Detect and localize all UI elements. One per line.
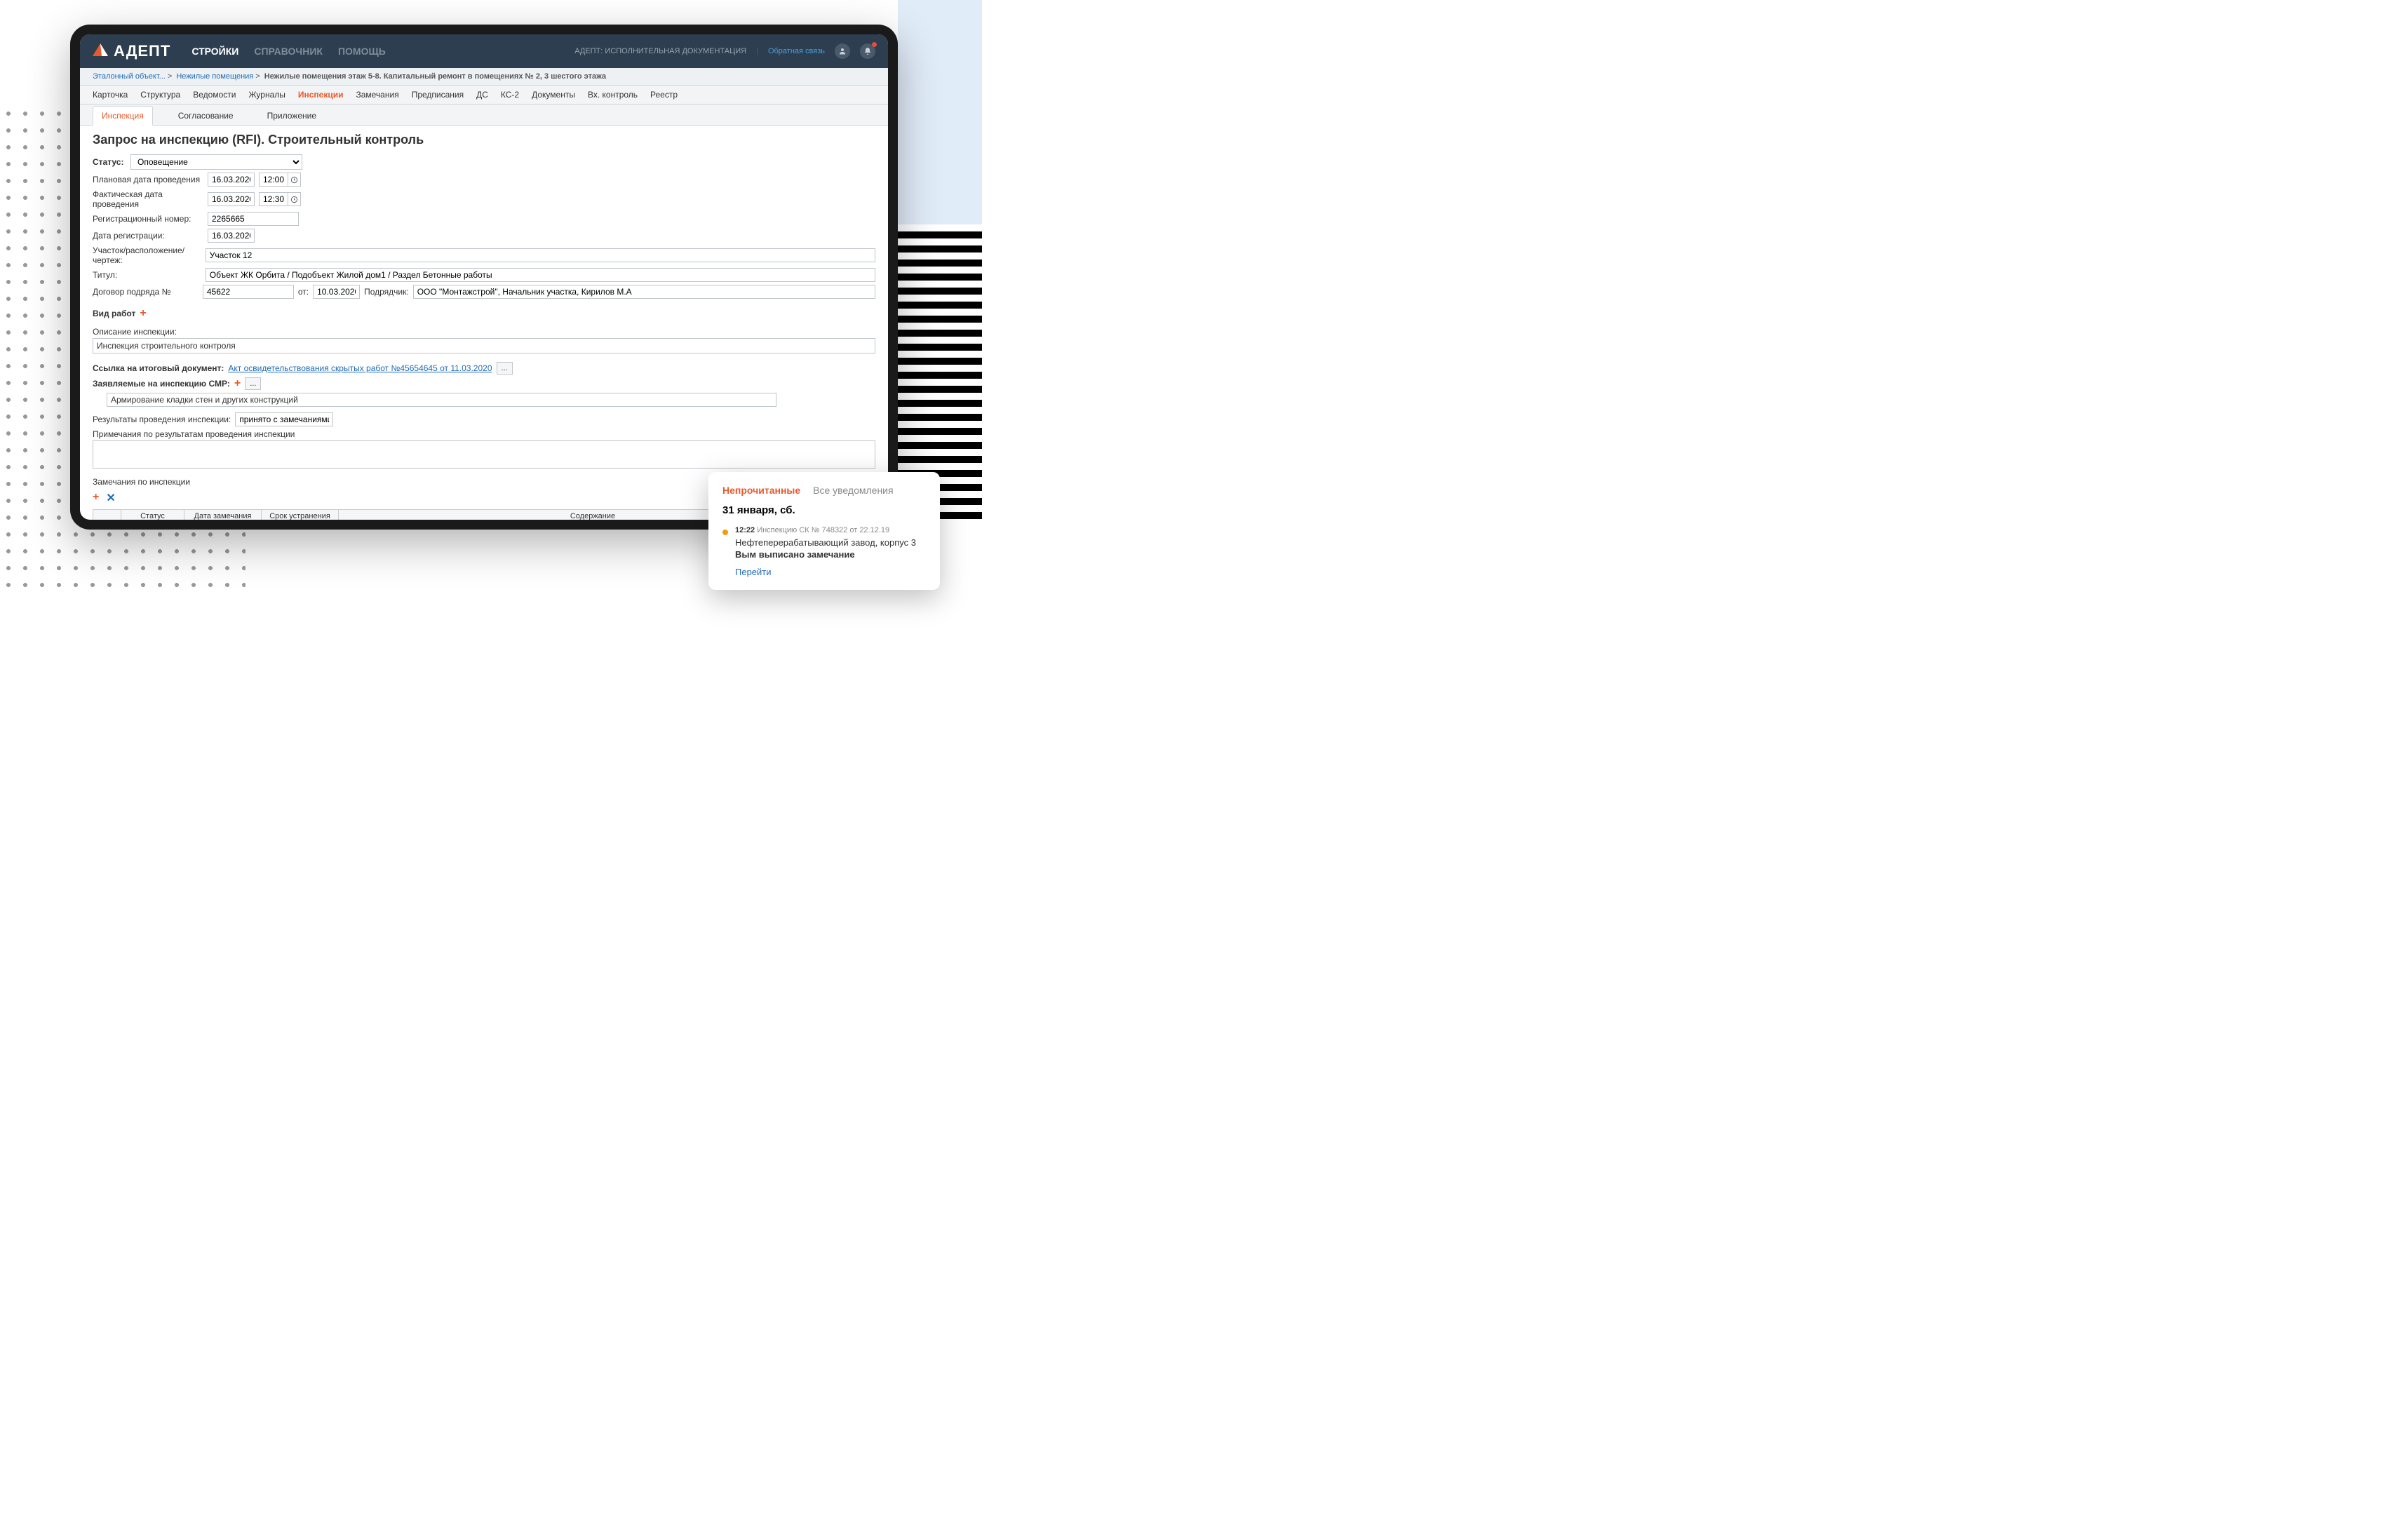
ot-label: от:	[298, 287, 309, 297]
clock-icon[interactable]	[288, 173, 301, 187]
plan-date-input[interactable]	[208, 173, 255, 187]
tablet-frame: АДЕПТ СТРОЙКИ СПРАВОЧНИК ПОМОЩЬ АДЕПТ: И…	[70, 25, 898, 530]
reg-num-input[interactable]	[208, 212, 299, 226]
nav-help[interactable]: ПОМОЩЬ	[338, 46, 386, 57]
notes-textarea[interactable]	[93, 440, 875, 469]
notif-goto-link[interactable]: Перейти	[735, 567, 926, 577]
location-label: Участок/расположение/чертеж:	[93, 245, 201, 265]
titul-input[interactable]	[206, 268, 875, 282]
reg-date-label: Дата регистрации:	[93, 231, 203, 241]
tab-remarks[interactable]: Замечания	[356, 88, 398, 102]
description-input[interactable]: Инспекция строительного контроля	[93, 338, 875, 353]
tab-documents[interactable]: Документы	[532, 88, 575, 102]
tab-orders[interactable]: Предписания	[412, 88, 464, 102]
fact-date-label: Фактическая дата проведения	[93, 189, 203, 209]
work-type-label: Вид работ	[93, 309, 135, 318]
app-title: АДЕПТ: ИСПОЛНИТЕЛЬНАЯ ДОКУМЕНТАЦИЯ	[574, 47, 746, 55]
status-label: Статус:	[93, 157, 126, 167]
notes-label: Примечания по результатам проведения инс…	[93, 429, 875, 439]
tab-ks2[interactable]: КС-2	[501, 88, 519, 102]
main-nav: СТРОЙКИ СПРАВОЧНИК ПОМОЩЬ	[191, 46, 385, 57]
tab-card[interactable]: Карточка	[93, 88, 128, 102]
crumb-current: Нежилые помещения этаж 5-8. Капитальный …	[264, 72, 606, 81]
bell-icon[interactable]	[860, 43, 875, 59]
final-doc-link[interactable]: Акт освидетельствования скрытых работ №4…	[228, 363, 492, 373]
add-remark-button[interactable]: +	[93, 491, 99, 505]
tab-structure[interactable]: Структура	[140, 88, 180, 102]
page-title: Запрос на инспекцию (RFI). Строительный …	[93, 133, 875, 147]
plan-time-input[interactable]	[259, 173, 288, 187]
tab-ds[interactable]: ДС	[476, 88, 488, 102]
contract-num-input[interactable]	[203, 285, 294, 299]
subtab-approval[interactable]: Согласование	[170, 107, 242, 125]
contract-label: Договор подряда №	[93, 287, 199, 297]
notif-tab-unread[interactable]: Непрочитанные	[722, 485, 800, 496]
result-input[interactable]	[235, 412, 333, 426]
nav-stroiki[interactable]: СТРОЙКИ	[191, 46, 238, 57]
tab-inspections[interactable]: Инспекции	[298, 88, 344, 102]
brand-text: АДЕПТ	[114, 42, 170, 60]
notif-text: Вым выписано замечание	[735, 549, 926, 560]
result-label: Результаты проведения инспекции:	[93, 415, 231, 424]
status-select[interactable]: Оповещение	[130, 154, 302, 170]
plan-date-label: Плановая дата проведения	[93, 175, 203, 184]
titul-label: Титул:	[93, 270, 201, 280]
reg-date-input[interactable]	[208, 229, 255, 243]
fact-time-input[interactable]	[259, 192, 288, 206]
decorative-blue-panel	[898, 0, 982, 224]
unread-dot-icon	[722, 530, 728, 535]
final-doc-browse-button[interactable]: ...	[497, 362, 513, 375]
feedback-link[interactable]: Обратная связь	[768, 47, 825, 55]
logo[interactable]: АДЕПТ	[93, 42, 170, 60]
content-area: Запрос на инспекцию (RFI). Строительный …	[80, 126, 888, 520]
notification-panel: Непрочитанные Все уведомления 31 января,…	[708, 472, 940, 590]
description-label: Описание инспекции:	[93, 327, 875, 337]
crumb-1[interactable]: Эталонный объект...	[93, 72, 166, 81]
notif-tab-all[interactable]: Все уведомления	[813, 485, 893, 496]
logo-icon	[93, 42, 108, 60]
tab-journals[interactable]: Журналы	[248, 88, 285, 102]
col-status: Статус	[121, 510, 184, 520]
breadcrumb: Эталонный объект...> Нежилые помещения> …	[80, 68, 888, 86]
notif-meta: Инспекцию СК № 748322 от 22.12.19	[757, 526, 889, 534]
top-bar: АДЕПТ СТРОЙКИ СПРАВОЧНИК ПОМОЩЬ АДЕПТ: И…	[80, 34, 888, 68]
location-input[interactable]	[206, 248, 875, 262]
sub-tabs: Инспекция Согласование Приложение	[80, 105, 888, 126]
contractor-label: Подрядчик:	[364, 287, 409, 297]
notif-item[interactable]: 12:22 Инспекцию СК № 748322 от 22.12.19 …	[722, 526, 926, 577]
fact-date-input[interactable]	[208, 192, 255, 206]
section-tabs: Карточка Структура Ведомости Журналы Инс…	[80, 86, 888, 105]
add-smr-button[interactable]: +	[234, 377, 241, 390]
notif-title: Нефтеперерабатывающий завод, корпус 3	[735, 537, 926, 548]
contractor-input[interactable]	[413, 285, 875, 299]
reg-num-label: Регистрационный номер:	[93, 214, 203, 224]
col-arrow	[93, 510, 121, 520]
col-date: Дата замечания	[184, 510, 262, 520]
crumb-2[interactable]: Нежилые помещения	[176, 72, 253, 81]
col-fix: Срок устранения	[262, 510, 339, 520]
notif-time: 12:22	[735, 526, 755, 534]
nav-spravochnik[interactable]: СПРАВОЧНИК	[254, 46, 323, 57]
final-doc-label: Ссылка на итоговый документ:	[93, 363, 224, 373]
clock-icon[interactable]	[288, 192, 301, 206]
notif-date-header: 31 января, сб.	[722, 504, 926, 516]
smr-label: Заявляемые на инспекцию СМР:	[93, 379, 230, 389]
subtab-inspection[interactable]: Инспекция	[93, 106, 153, 126]
notification-badge	[872, 42, 877, 47]
user-icon[interactable]	[835, 43, 850, 59]
subtab-attachment[interactable]: Приложение	[259, 107, 325, 125]
tab-incoming[interactable]: Вх. контроль	[588, 88, 638, 102]
smr-item[interactable]: Армирование кладки стен и других констру…	[107, 393, 776, 407]
contract-date-input[interactable]	[313, 285, 360, 299]
delete-remark-button[interactable]: ✕	[106, 491, 115, 505]
add-work-type-button[interactable]: +	[140, 307, 146, 320]
tab-vedomosti[interactable]: Ведомости	[193, 88, 236, 102]
tab-registry[interactable]: Реестр	[650, 88, 678, 102]
smr-browse-button[interactable]: ...	[245, 377, 261, 390]
